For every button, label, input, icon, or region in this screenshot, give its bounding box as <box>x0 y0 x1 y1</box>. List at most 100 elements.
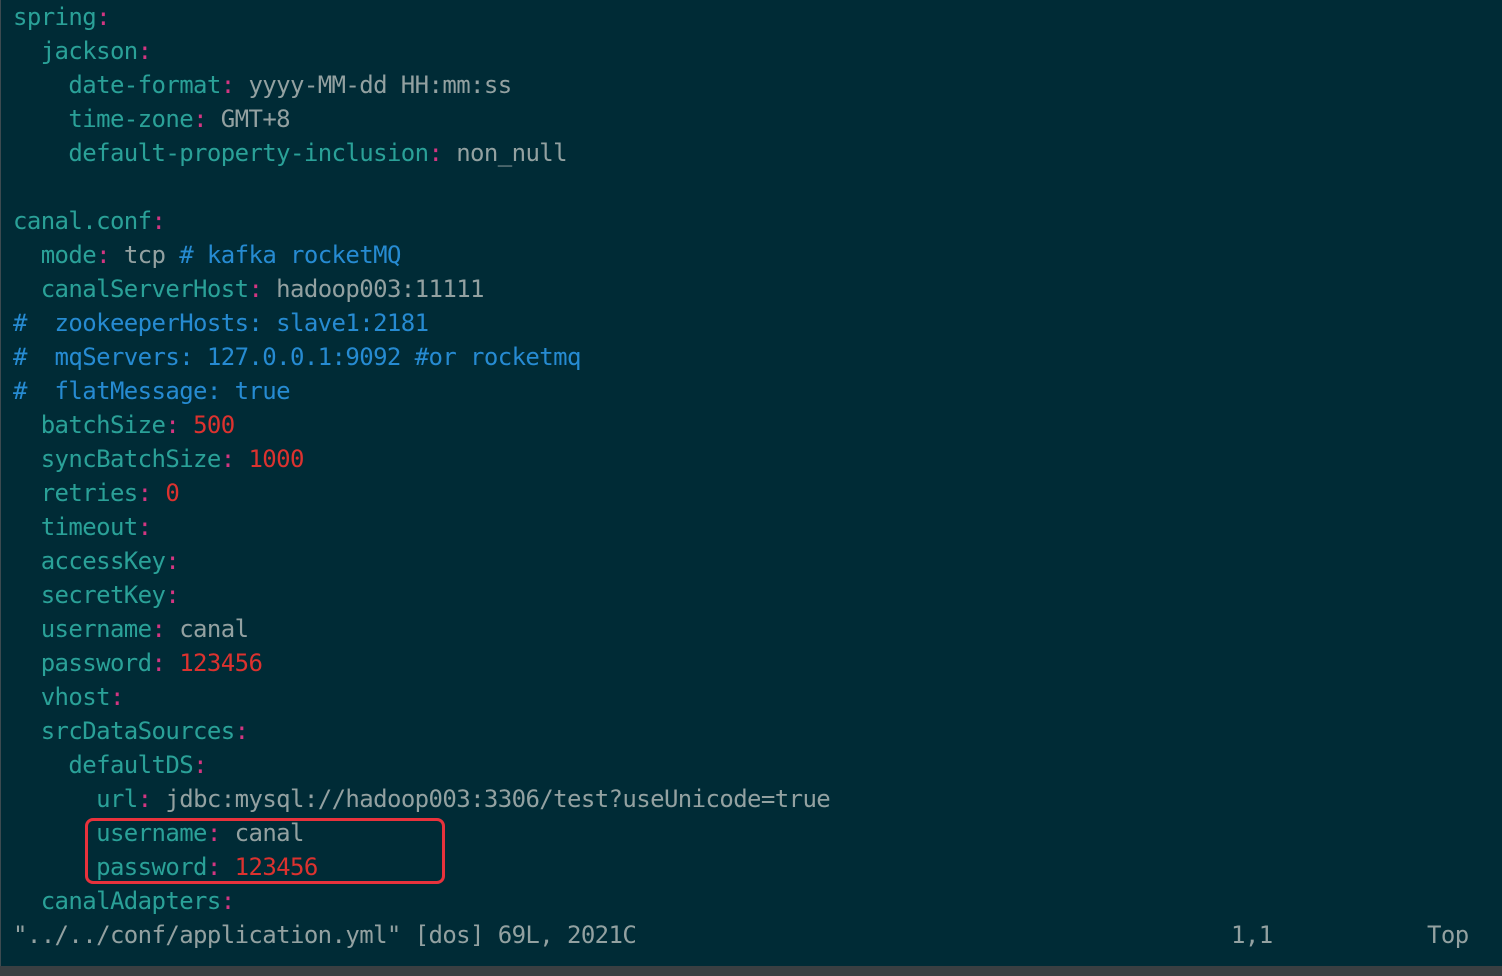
yaml-number-value: 123456 <box>165 649 263 677</box>
code-line[interactable]: canalServerHost: hadoop003:11111 <box>13 272 485 306</box>
yaml-key: accessKey <box>40 547 166 575</box>
yaml-key: canalAdapters <box>40 887 222 915</box>
code-line[interactable]: username: canal <box>13 612 249 646</box>
code-line[interactable]: time-zone: GMT+8 <box>13 102 290 136</box>
yaml-key: secretKey <box>40 581 166 609</box>
code-line[interactable]: canal.conf: <box>13 204 166 238</box>
yaml-colon: : <box>137 37 152 65</box>
yaml-number-value: 500 <box>179 411 235 439</box>
yaml-key: srcDataSources <box>40 717 235 745</box>
yaml-key: username <box>40 615 152 643</box>
code-line[interactable]: vhost: <box>13 680 125 714</box>
code-line[interactable]: canalAdapters: <box>13 884 236 918</box>
yaml-colon: : <box>220 445 235 473</box>
terminal-window[interactable]: spring: jackson: date-format: yyyy-MM-dd… <box>0 0 1502 966</box>
yaml-colon: : <box>151 649 166 677</box>
code-line[interactable]: spring: <box>13 0 111 34</box>
yaml-key: canalServerHost <box>40 275 249 303</box>
yaml-key: spring <box>13 3 97 31</box>
yaml-key: password <box>40 649 152 677</box>
yaml-value: GMT+8 <box>206 105 291 133</box>
yaml-colon: : <box>96 3 110 31</box>
yaml-key: url <box>96 785 138 813</box>
yaml-key: time-zone <box>68 105 194 133</box>
code-line[interactable]: password: 123456 <box>13 646 263 680</box>
code-line[interactable]: accessKey: <box>13 544 180 578</box>
yaml-value: jdbc:mysql://hadoop003:3306/test?useUnic… <box>151 785 831 813</box>
yaml-colon: : <box>248 275 263 303</box>
yaml-colon: : <box>428 139 443 167</box>
yaml-key: defaultDS <box>68 751 194 779</box>
code-line[interactable]: jackson: <box>13 34 152 68</box>
yaml-key: canal.conf <box>13 207 152 235</box>
comment-line[interactable]: # flatMessage: true <box>13 374 291 408</box>
yaml-key: jackson <box>40 37 139 65</box>
comment-text: # mqServers: 127.0.0.1:9092 #or rocketmq <box>13 343 581 371</box>
inline-comment: # kafka rocketMQ <box>179 241 401 269</box>
comment-line[interactable]: # zookeeperHosts: slave1:2181 <box>13 306 429 340</box>
code-line[interactable]: srcDataSources: <box>13 714 249 748</box>
yaml-colon: : <box>137 785 152 813</box>
code-line[interactable]: url: jdbc:mysql://hadoop003:3306/test?us… <box>13 782 831 816</box>
yaml-key: vhost <box>40 683 111 711</box>
yaml-key: syncBatchSize <box>40 445 222 473</box>
yaml-colon: : <box>193 751 207 779</box>
code-line[interactable]: timeout: <box>13 510 152 544</box>
code-line[interactable]: batchSize: 500 <box>13 408 236 442</box>
yaml-number-value: 1000 <box>234 445 304 473</box>
status-scroll-position: Top <box>1427 921 1469 949</box>
status-file-info: "../../conf/application.yml" [dos] 69L, … <box>13 921 637 949</box>
code-line[interactable]: syncBatchSize: 1000 <box>13 442 305 476</box>
yaml-colon: : <box>193 105 207 133</box>
yaml-key: default-property-inclusion <box>68 139 429 167</box>
yaml-key: date-format <box>68 71 221 99</box>
yaml-colon: : <box>165 411 180 439</box>
yaml-value: yyyy-MM-dd HH:mm:ss <box>234 71 512 99</box>
code-line[interactable]: defaultDS: <box>13 748 207 782</box>
yaml-colon: : <box>220 71 235 99</box>
yaml-colon: : <box>96 241 110 269</box>
yaml-key: timeout <box>40 513 139 541</box>
yaml-colon: : <box>165 581 180 609</box>
yaml-key: mode <box>40 241 97 269</box>
code-line[interactable]: retries: 0 <box>13 476 180 510</box>
yaml-value: non_null <box>442 139 568 167</box>
yaml-number-value: 0 <box>151 479 180 507</box>
code-line[interactable]: default-property-inclusion: non_null <box>13 136 567 170</box>
yaml-value: canal <box>165 615 249 643</box>
yaml-key: batchSize <box>40 411 166 439</box>
code-line[interactable]: mode: tcp # kafka rocketMQ <box>13 238 402 272</box>
yaml-colon: : <box>137 479 152 507</box>
yaml-value: tcp <box>109 241 180 269</box>
code-line[interactable]: secretKey: <box>13 578 180 612</box>
highlight-annotation-box <box>85 818 445 884</box>
comment-line[interactable]: # mqServers: 127.0.0.1:9092 #or rocketmq <box>13 340 581 374</box>
yaml-colon: : <box>220 887 235 915</box>
comment-text: # flatMessage: true <box>13 377 291 405</box>
yaml-colon: : <box>109 683 124 711</box>
yaml-colon: : <box>137 513 152 541</box>
yaml-key: retries <box>40 479 139 507</box>
window-bottom-edge <box>0 966 1502 976</box>
yaml-value: hadoop003:11111 <box>262 275 484 303</box>
comment-text: # zookeeperHosts: slave1:2181 <box>13 309 429 337</box>
status-cursor-position: 1,1 <box>1231 921 1273 949</box>
code-line[interactable]: date-format: yyyy-MM-dd HH:mm:ss <box>13 68 512 102</box>
yaml-colon: : <box>151 615 166 643</box>
